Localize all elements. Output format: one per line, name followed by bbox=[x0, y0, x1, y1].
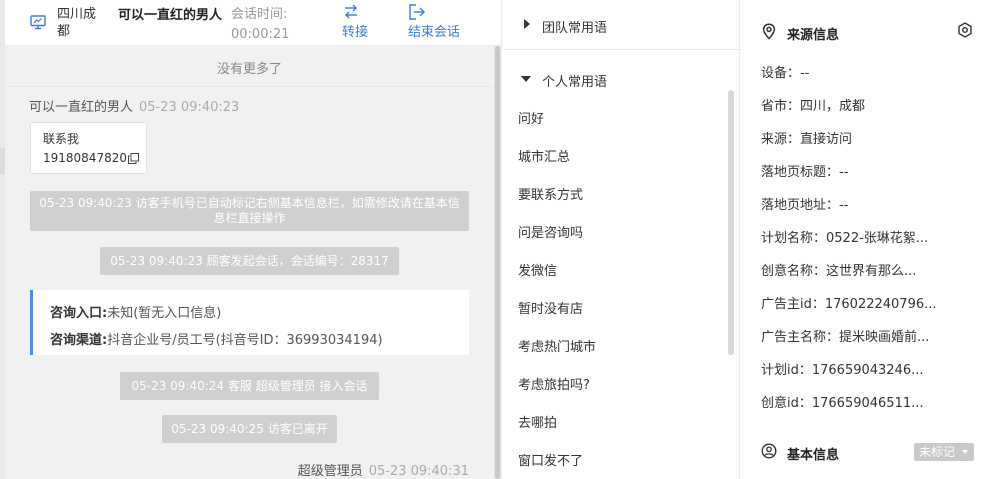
session-time-label: 会话时间: bbox=[231, 7, 288, 22]
location-pin-icon bbox=[762, 23, 776, 40]
phrase-item[interactable]: 问好 bbox=[518, 108, 544, 127]
message-line: 联系我 bbox=[43, 132, 80, 146]
source-info-title: 来源信息 bbox=[787, 28, 840, 43]
consult-channel-key: 咨询渠道: bbox=[50, 333, 108, 348]
transfer-icon bbox=[345, 4, 357, 19]
visitor-message-card: 联系我 19180847820 bbox=[30, 122, 147, 174]
phone-number: 19180847820 bbox=[43, 151, 127, 165]
basic-info-title: 基本信息 bbox=[787, 448, 840, 463]
field-creative-name: 创意名称：这世界有那么... bbox=[761, 264, 917, 279]
phrase-item[interactable]: 暂时没有店 bbox=[518, 298, 583, 317]
visitor-message-header: 可以一直红的男人 05-23 09:40:23 bbox=[29, 96, 239, 115]
field-creative-id: 创意id：176659046511... bbox=[761, 396, 924, 411]
phrase-item[interactable]: 问是咨询吗 bbox=[518, 222, 583, 241]
session-time-value: 00:00:21 bbox=[231, 27, 290, 42]
field-province-city: 省市：四川，成都 bbox=[761, 99, 866, 114]
consult-info-box: 咨询入口:未知(暂无入口信息) 咨询渠道:抖音企业号/员工号(抖音号ID：369… bbox=[30, 290, 469, 355]
tag-dropdown[interactable]: 未标记 bbox=[914, 443, 974, 461]
field-advertiser-name: 广告主名称：提米映画婚前... bbox=[761, 330, 930, 345]
system-note: 05-23 09:40:25 访客已离开 bbox=[162, 415, 337, 443]
agent-name: 超级管理员 bbox=[297, 464, 363, 479]
visitor-name: 可以一直红的男人 bbox=[118, 8, 223, 23]
phrase-item[interactable]: 发微信 bbox=[518, 260, 557, 279]
group-personal-phrases[interactable]: 个人常用语 bbox=[502, 54, 741, 104]
message-sender: 可以一直红的男人 bbox=[29, 100, 134, 115]
group-personal-label: 个人常用语 bbox=[542, 75, 608, 90]
field-plan-id: 计划id：176659043246... bbox=[761, 363, 924, 378]
end-session-label: 结束会话 bbox=[408, 25, 461, 40]
phrase-item[interactable]: 窗口发不了 bbox=[518, 450, 583, 469]
phrase-item[interactable]: 考虑旅拍吗? bbox=[518, 374, 590, 393]
visitor-location: 四川成都 bbox=[57, 7, 97, 39]
chat-scrollbar[interactable] bbox=[494, 46, 501, 479]
chat-messages[interactable]: 没有更多了 可以一直红的男人 05-23 09:40:23 联系我 1918084… bbox=[5, 46, 494, 479]
phrase-item[interactable]: 城市汇总 bbox=[518, 146, 570, 165]
consult-entry-row: 咨询入口:未知(暂无入口信息) bbox=[50, 300, 469, 327]
divider bbox=[5, 86, 494, 87]
info-panel: 来源信息 设备：-- 省市：四川，成都 来源：直接访问 落地页标题：-- 落地页… bbox=[741, 0, 993, 479]
field-device: 设备：-- bbox=[761, 66, 810, 81]
system-note: 05-23 09:40:24 客服 超级管理员 接入会话 bbox=[120, 372, 379, 400]
consult-entry-value: 未知(暂无入口信息) bbox=[107, 306, 222, 321]
field-plan-name: 计划名称：0522-张琳花絮... bbox=[761, 231, 929, 246]
phrases-scrollbar[interactable] bbox=[728, 90, 734, 355]
group-team-phrases[interactable]: 团队常用语 bbox=[502, 0, 741, 50]
tag-dropdown-label: 未标记 bbox=[919, 445, 956, 459]
field-landing-url: 落地页地址：-- bbox=[761, 198, 849, 213]
phrase-item[interactable]: 去哪拍 bbox=[518, 412, 557, 431]
monitor-icon bbox=[30, 15, 46, 30]
group-team-label: 团队常用语 bbox=[542, 21, 608, 36]
phrases-panel: 团队常用语 个人常用语 问好 城市汇总 要联系方式 问是咨询吗 发微信 暂时没有… bbox=[501, 0, 741, 479]
transfer-button[interactable]: 转接 bbox=[342, 3, 368, 41]
copy-icon[interactable] bbox=[127, 153, 139, 164]
end-session-button[interactable]: 结束会话 bbox=[408, 3, 460, 41]
source-info-header: 来源信息 bbox=[761, 23, 881, 43]
phone-line: 19180847820 bbox=[43, 149, 146, 168]
dropdown-arrow-icon bbox=[962, 450, 968, 454]
chat-header: 四川成都 可以一直红的男人 会话时间: 00:00:21 转接 结束会话 bbox=[5, 0, 501, 46]
transfer-label: 转接 bbox=[342, 25, 369, 40]
agent-message-time: 05-23 09:40:31 bbox=[368, 464, 469, 479]
settings-icon[interactable] bbox=[957, 22, 973, 38]
consult-channel-row: 咨询渠道:抖音企业号/员工号(抖音号ID：36993034194) bbox=[50, 327, 469, 354]
chat-panel: 四川成都 可以一直红的男人 会话时间: 00:00:21 转接 结束会话 没有更… bbox=[0, 0, 501, 479]
phrase-item[interactable]: 要联系方式 bbox=[518, 184, 583, 203]
agent-message-header: 超级管理员 05-23 09:40:31 bbox=[298, 460, 469, 479]
chat-scroll-thumb[interactable] bbox=[495, 46, 500, 479]
caret-down-icon bbox=[521, 76, 531, 82]
caret-right-icon bbox=[524, 19, 530, 29]
field-advertiser-id: 广告主id：176022240796... bbox=[761, 297, 937, 312]
system-note: 05-23 09:40:23 访客手机号已自动标记右侧基本信息栏，如需修改请在基… bbox=[30, 191, 469, 231]
exit-icon bbox=[409, 4, 425, 20]
consult-channel-value: 抖音企业号/员工号(抖音号ID：36993034194) bbox=[107, 333, 383, 348]
basic-info-header: 基本信息 bbox=[761, 443, 881, 463]
no-more-text: 没有更多了 bbox=[216, 62, 282, 77]
consult-entry-key: 咨询入口: bbox=[50, 306, 108, 321]
system-note: 05-23 09:40:23 顾客发起会话，会话编号：28317 bbox=[100, 247, 399, 275]
message-time: 05-23 09:40:23 bbox=[139, 100, 240, 115]
field-source: 来源：直接访问 bbox=[761, 132, 853, 147]
field-landing-title: 落地页标题：-- bbox=[761, 165, 849, 180]
phrase-item[interactable]: 考虑热门城市 bbox=[518, 336, 596, 355]
user-circle-icon bbox=[761, 443, 777, 459]
